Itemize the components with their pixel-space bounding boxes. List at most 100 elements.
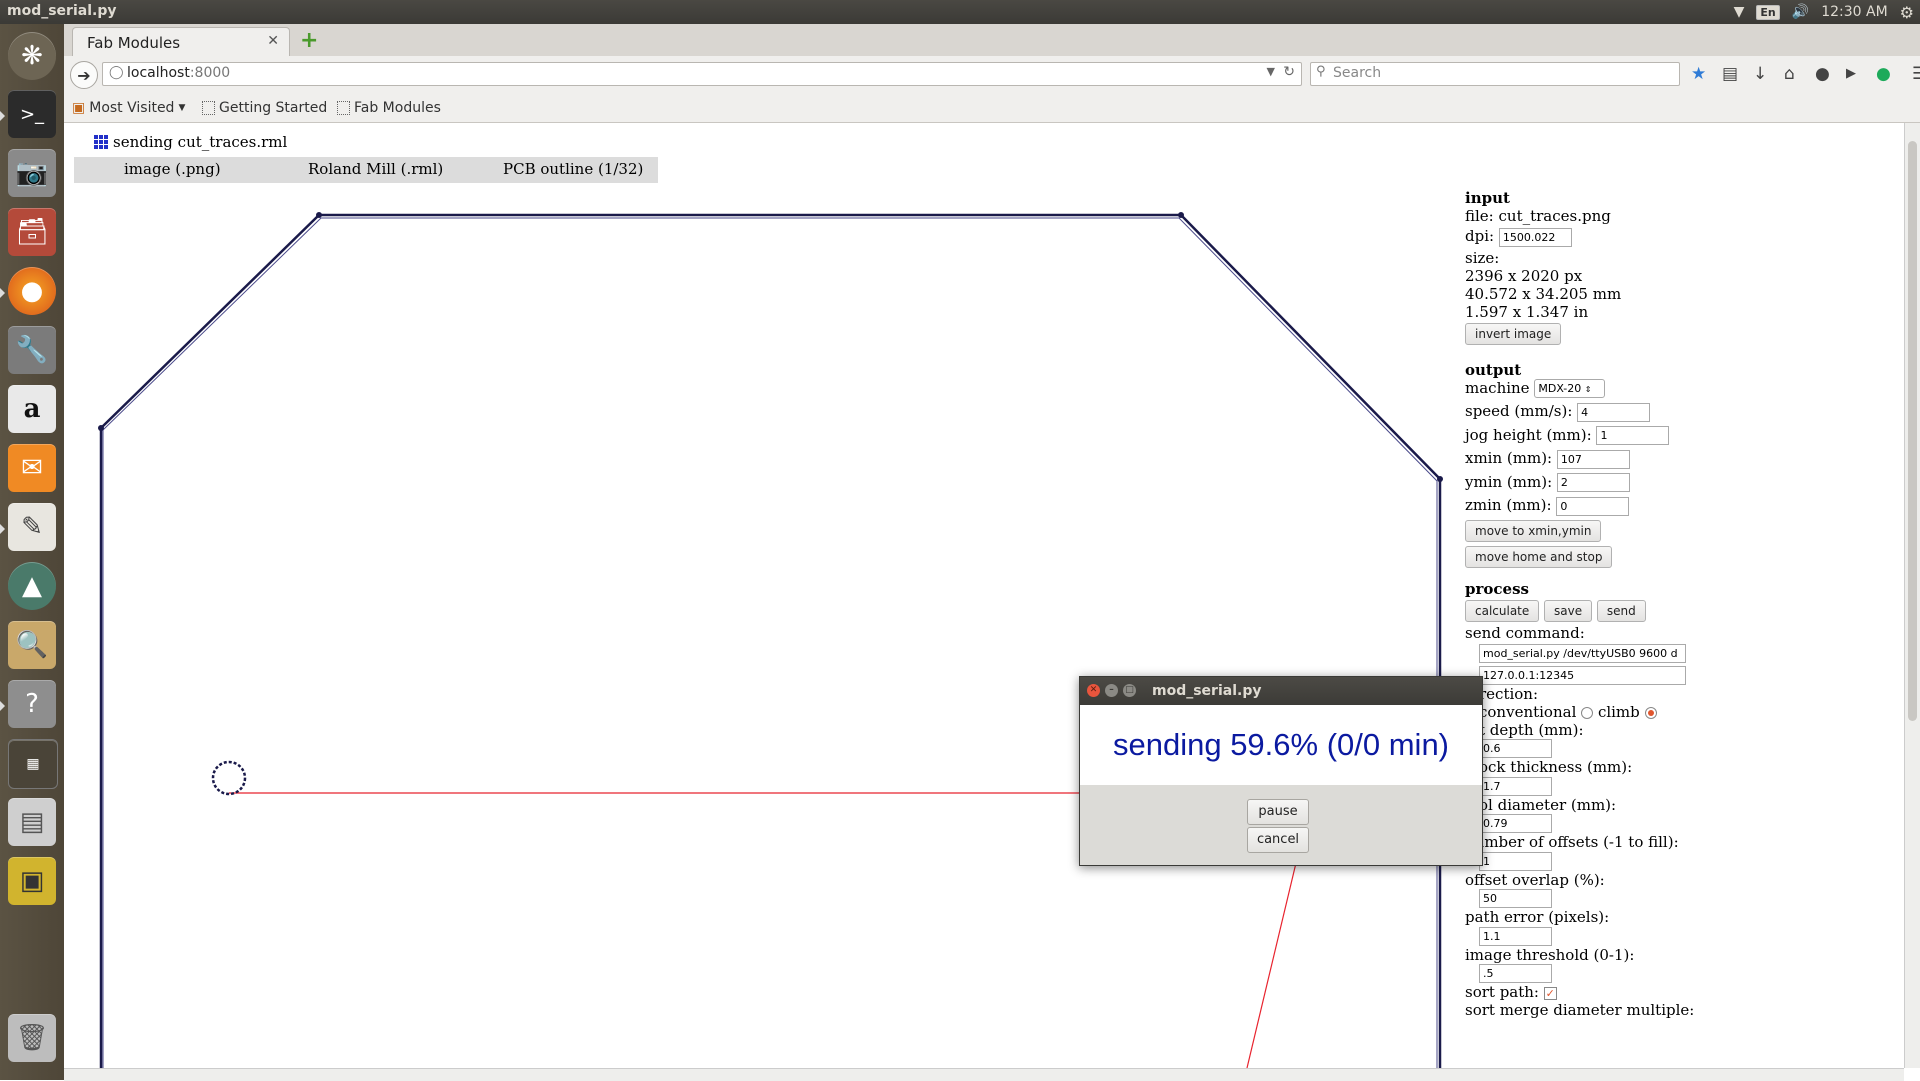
hole-toolpath [211,760,247,796]
text-editor-icon[interactable]: ✎ [8,503,56,551]
history-dropdown-icon[interactable]: ▼ [1267,65,1275,78]
calculate-button[interactable]: calculate [1465,599,1540,622]
reload-icon[interactable]: ↻ [1283,64,1295,80]
menu-roland-mill[interactable]: Roland Mill (.rml) [308,160,443,178]
zmin-input[interactable]: 0 [1556,496,1630,516]
launcher: ❋ >_ 📷 🗃 ● 🔧 a ✉ ✎ ▲ 🔍 ? ▦ ▤ ▣ 🗑 [0,24,65,1080]
zmin-label: zmin (mm): [1465,496,1552,514]
conventional-radio[interactable] [1581,706,1594,719]
settings-icon[interactable]: 🔧 [8,326,56,374]
minimize-icon[interactable]: – [1105,684,1118,697]
bookmark-label: Most Visited [89,100,175,116]
tool-diameter-label: ol diameter (mm): [1479,795,1617,814]
gear-icon[interactable]: ⚙ [1900,3,1914,22]
horizontal-scrollbar[interactable] [64,1068,1904,1081]
close-icon[interactable]: ✕ [1087,684,1100,697]
dash-icon[interactable]: ❋ [8,32,56,80]
remote-desktop-icon[interactable]: ▣ [8,857,56,905]
window-title: mod_serial.py [7,3,117,19]
mail-icon[interactable]: ✉ [8,444,56,492]
spinner-icon: ⇕ [1584,385,1592,394]
image-threshold-input[interactable]: .5 [1479,964,1552,983]
url-bar[interactable]: ◯ localhost:8000 ▼ ↻ [102,62,1302,86]
amazon-icon[interactable]: a [8,385,56,433]
tab-strip: Fab Modules ✕ + [64,24,1920,57]
offset-overlap-label: offset overlap (%): [1465,870,1605,889]
invert-image-button[interactable]: invert image [1465,322,1562,345]
cancel-button[interactable]: cancel [1247,827,1309,853]
page-icon [202,101,215,115]
close-tab-icon[interactable]: ✕ [267,33,279,49]
machine-select[interactable]: MDX-20 ⇕ [1534,379,1606,398]
camera-icon[interactable]: 📷 [8,149,56,197]
bookmark-star-icon[interactable]: ★ [1691,64,1706,84]
jog-height-input[interactable]: 1 [1596,426,1670,445]
downloads-icon[interactable]: ↓ [1753,64,1767,84]
offset-overlap-input[interactable]: 50 [1479,889,1552,908]
dpi-input[interactable]: 1500.022 [1498,227,1572,247]
cut-depth-input[interactable]: 0.6 [1479,739,1552,758]
back-button[interactable]: ➔ [70,61,98,89]
menu-pcb-outline[interactable]: PCB outline (1/32) [503,160,643,178]
tab-fab-modules[interactable]: Fab Modules ✕ [72,27,290,57]
firefox-icon[interactable]: ● [8,267,56,315]
vertical-scrollbar[interactable] [1904,123,1920,1068]
bookmark-label: Fab Modules [354,100,441,116]
keyboard-layout-indicator[interactable]: En [1756,4,1780,20]
offsets-input[interactable]: 1 [1479,851,1552,871]
terminal-icon[interactable]: >_ [8,90,56,138]
tool-diameter-input[interactable]: 0.79 [1479,814,1552,833]
page-content: sending cut_traces.rml image (.png) Rola… [64,123,1904,1068]
bookmark-most-visited[interactable]: ▣ Most Visited ▼ [72,100,185,116]
system-tray: ▼ En 🔊 12:30 AM ⚙ [1734,0,1914,24]
clock[interactable]: 12:30 AM [1821,4,1887,20]
search-bar[interactable]: ⚲ Search [1310,62,1680,86]
chat-icon[interactable]: ● [1815,64,1830,84]
image-viewer-icon[interactable]: 🔍 [8,621,56,669]
top-panel: mod_serial.py ▼ En 🔊 12:30 AM ⚙ [0,0,1920,24]
stock-thickness-input[interactable]: 1.7 [1479,776,1552,796]
ymin-input[interactable]: 2 [1556,473,1630,492]
help-icon[interactable]: ? [8,680,56,728]
dialog-footer: pause cancel [1080,785,1482,865]
dialog-titlebar[interactable]: ✕ – □ mod_serial.py [1080,677,1482,705]
send-command-input[interactable]: mod_serial.py /dev/ttyUSB0 9600 d [1479,644,1686,663]
workspaces-icon[interactable]: ▦ [8,739,58,789]
home-icon[interactable]: ⌂ [1784,64,1795,84]
tab-title: Fab Modules [87,34,181,52]
volume-icon[interactable]: 🔊 [1792,4,1809,20]
move-to-xmin-ymin-button[interactable]: move to xmin,ymin [1465,519,1602,542]
path-error-input[interactable]: 1.1 [1479,926,1552,946]
xmin-input[interactable]: 107 [1556,449,1630,469]
maximize-icon[interactable]: □ [1123,684,1136,697]
drive-icon[interactable]: ▤ [8,798,56,846]
bookmark-getting-started[interactable]: Getting Started [202,100,327,116]
speed-input[interactable]: 4 [1577,402,1651,422]
trash-icon[interactable]: 🗑 [8,1014,56,1062]
new-tab-button[interactable]: + [300,28,318,53]
navigation-toolbar: ➔ ◯ localhost:8000 ▼ ↻ ⚲ Search ★ ▤ ↓ ⌂ … [64,56,1920,92]
jog-height-label: jog height (mm): [1465,425,1592,444]
menu-image-png[interactable]: image (.png) [124,160,221,178]
software-updater-icon[interactable]: ▲ [8,562,56,610]
fab-modules-logo-icon [94,135,108,149]
menu-icon[interactable]: ☰ [1912,64,1920,84]
scrollbar-thumb[interactable] [1908,141,1917,721]
bookmarks-menu-icon[interactable]: ▤ [1722,64,1738,84]
pause-button[interactable]: pause [1247,799,1309,825]
send-button[interactable]: send [1596,599,1646,622]
grammarly-icon[interactable]: ● [1876,64,1891,84]
save-button[interactable]: save [1544,599,1593,622]
stock-thickness-label: ock thickness (mm): [1479,758,1633,776]
server-input[interactable]: 127.0.0.1:12345 [1479,665,1686,685]
move-home-and-stop-button[interactable]: move home and stop [1465,545,1613,568]
files-icon[interactable]: 🗃 [8,208,56,256]
climb-radio[interactable] [1644,706,1657,719]
speed-label: speed (mm/s): [1465,402,1573,420]
conventional-label: conventional [1479,702,1577,721]
toolpath-canvas[interactable] [64,123,1464,1068]
bookmark-fab-modules[interactable]: Fab Modules [337,100,441,116]
youtube-icon[interactable]: ▶ [1846,66,1856,81]
network-icon[interactable]: ▼ [1734,4,1745,20]
sort-path-checkbox[interactable]: ✓ [1543,986,1557,1000]
